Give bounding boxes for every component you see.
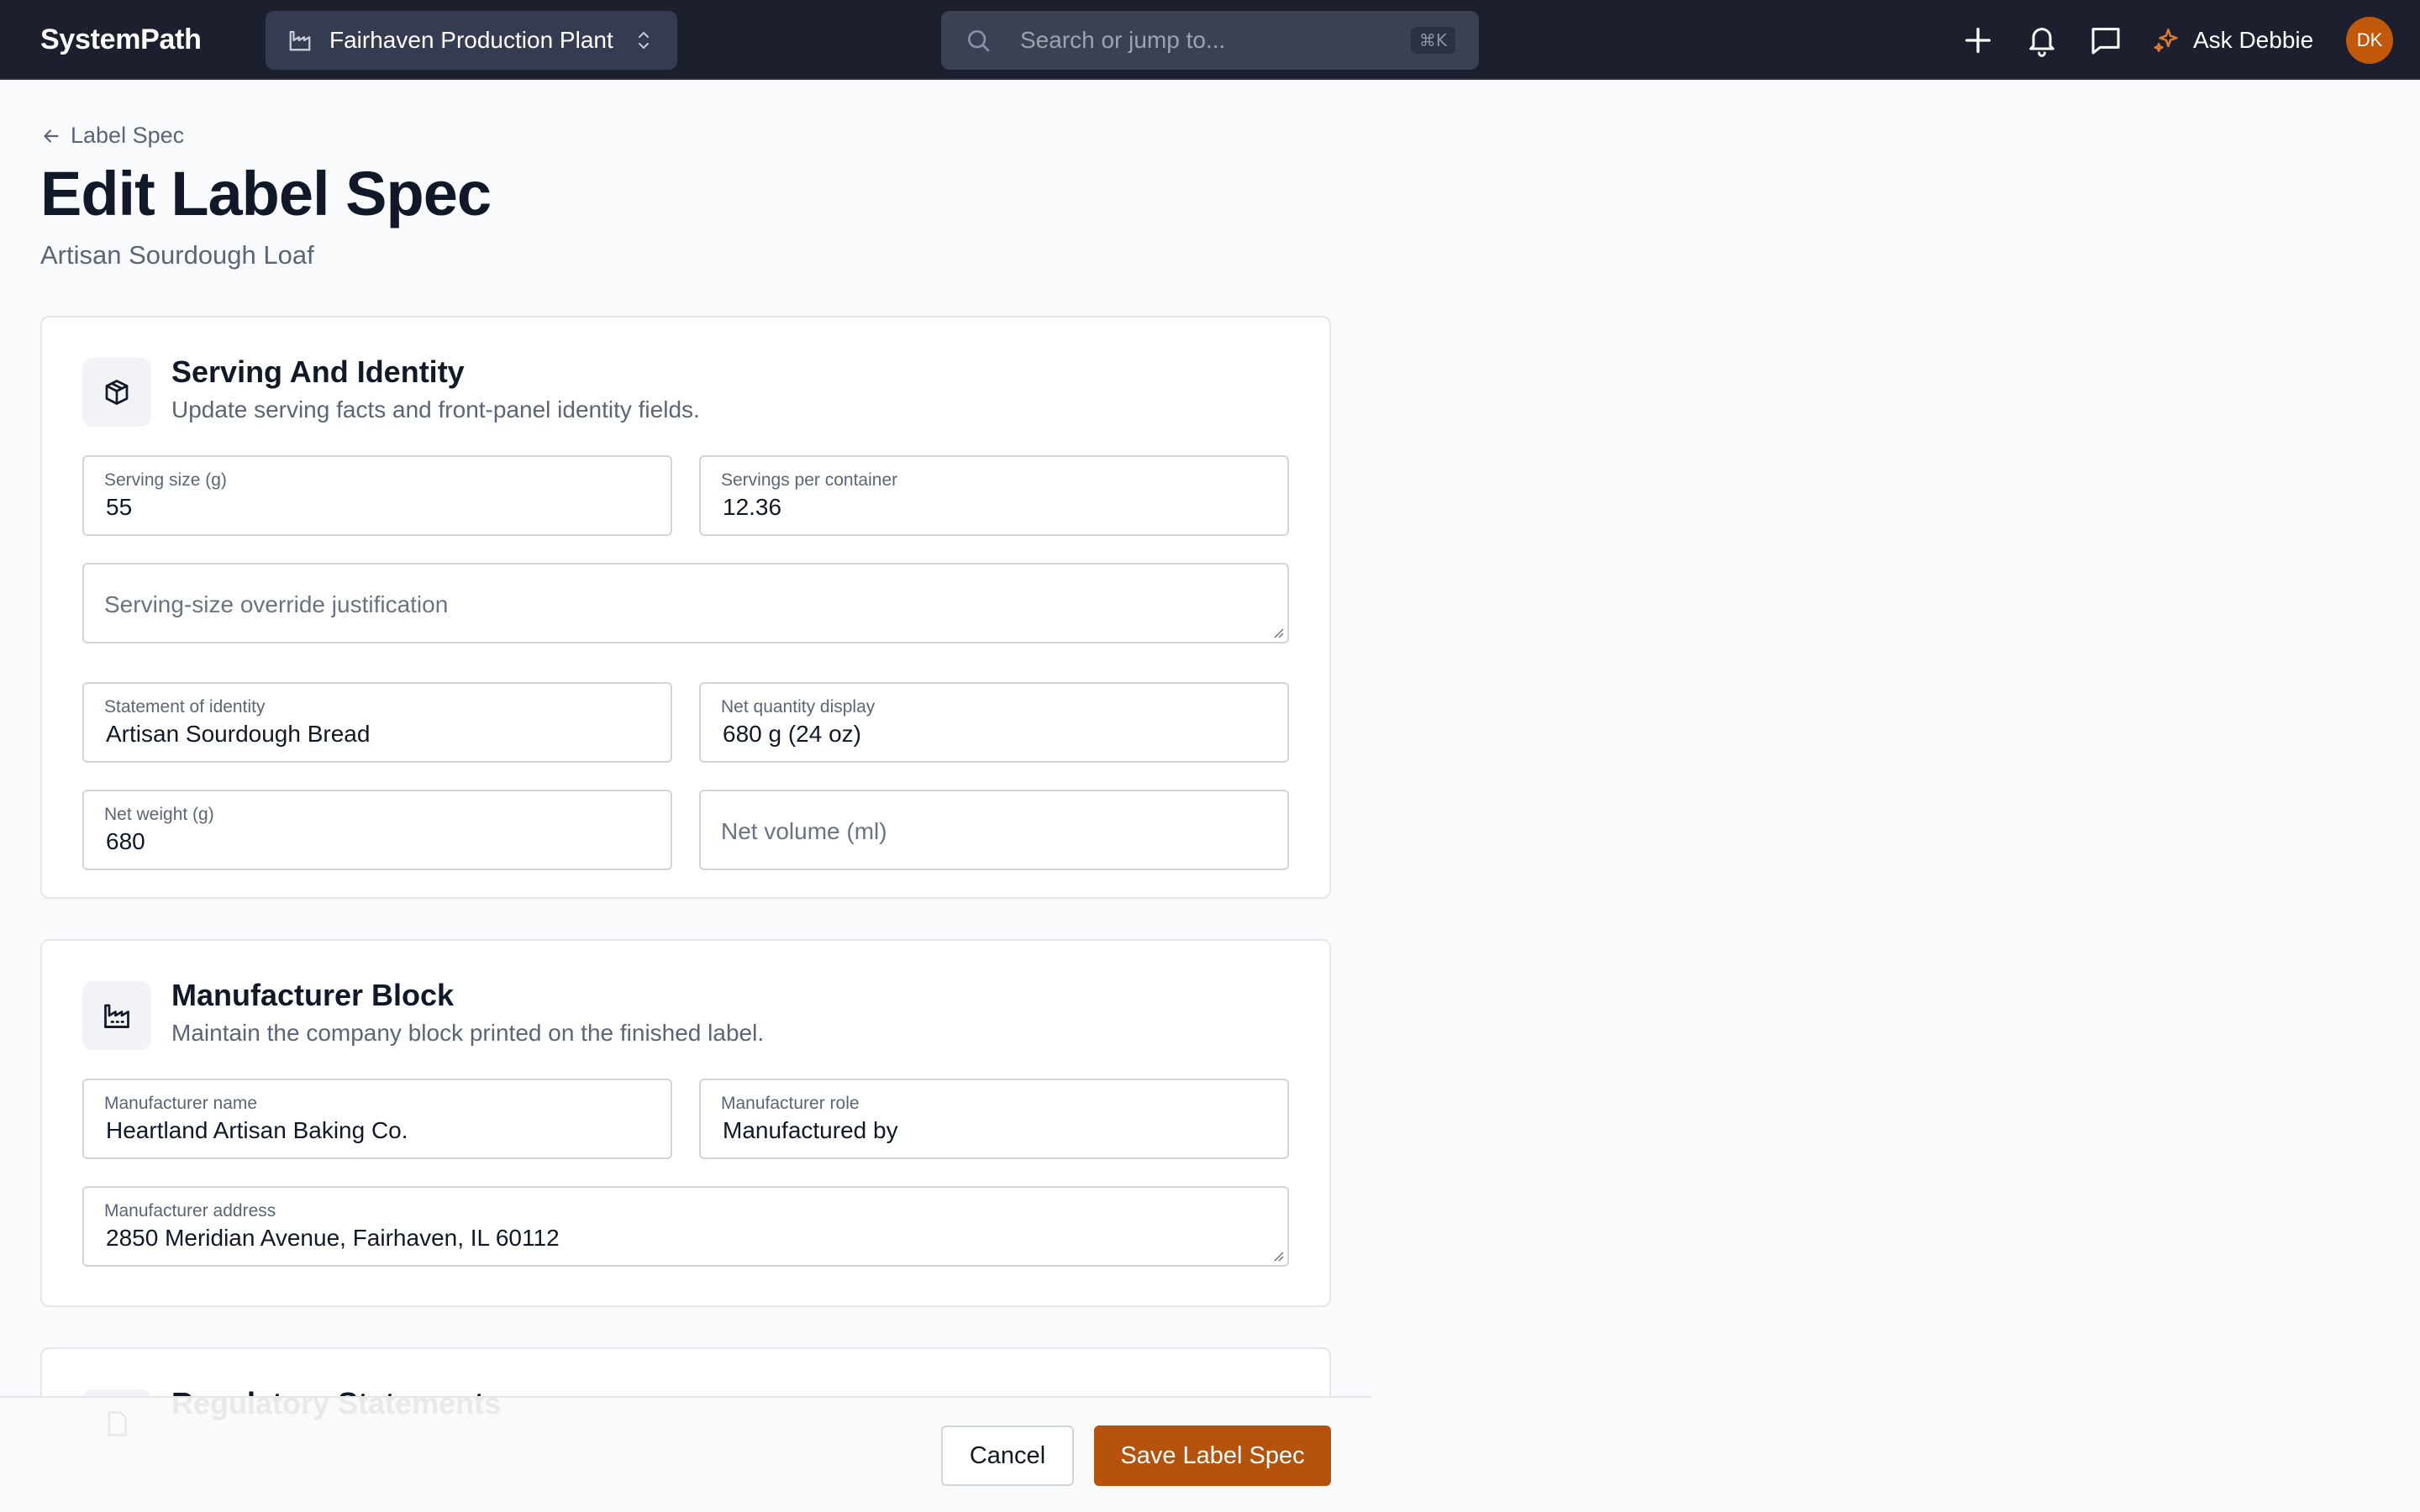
factory-icon (104, 1004, 129, 1028)
override-justification-textarea[interactable]: Serving-size override justification (82, 563, 1289, 643)
page-subtitle: Artisan Sourdough Loaf (40, 240, 314, 270)
field-value: 680 (106, 828, 145, 854)
card-icon-container (82, 358, 151, 427)
action-footer: Cancel Save Label Spec (0, 1396, 1371, 1512)
card-description: Update serving facts and front-panel ide… (171, 396, 700, 423)
statement-of-identity-field[interactable]: Statement of identity Artisan Sourdough … (82, 682, 672, 763)
field-value: 680 g (24 oz) (723, 721, 861, 747)
save-label-spec-button[interactable]: Save Label Spec (1094, 1425, 1331, 1486)
back-link-label: Label Spec (71, 123, 185, 148)
top-bar: SystemPath Fairhaven Production Plant Se… (0, 0, 2420, 80)
factory-icon (289, 30, 311, 51)
page-title: Edit Label Spec (40, 159, 492, 228)
avatar[interactable]: DK (2346, 17, 2393, 64)
field-value: Heartland Artisan Baking Co. (106, 1117, 408, 1143)
field-value: 12.36 (723, 494, 782, 520)
manufacturer-name-field[interactable]: Manufacturer name Heartland Artisan Baki… (82, 1079, 672, 1159)
servings-per-container-field[interactable]: Servings per container 12.36 (699, 455, 1289, 536)
net-quantity-display-field[interactable]: Net quantity display 680 g (24 oz) (699, 682, 1289, 763)
field-placeholder: Serving-size override justification (104, 591, 449, 617)
package-icon (105, 380, 129, 405)
resize-handle-icon[interactable] (1270, 625, 1284, 638)
field-value: 2850 Meridian Avenue, Fairhaven, IL 6011… (106, 1225, 560, 1251)
serving-size-field[interactable]: Serving size (g) 55 (82, 455, 672, 536)
net-weight-field[interactable]: Net weight (g) 680 (82, 790, 672, 870)
field-placeholder: Net volume (ml) (721, 818, 887, 844)
search-icon (968, 30, 990, 52)
plant-selector-label: Fairhaven Production Plant (329, 27, 613, 53)
field-value: Artisan Sourdough Bread (106, 721, 371, 747)
manufacturer-role-field[interactable]: Manufacturer role Manufactured by (699, 1079, 1289, 1159)
arrow-left-icon (44, 129, 59, 143)
app-logo[interactable]: SystemPath (40, 24, 202, 56)
cancel-button[interactable]: Cancel (941, 1425, 1074, 1486)
search-placeholder: Search or jump to... (1020, 27, 1226, 53)
back-link[interactable]: Label Spec (40, 123, 184, 149)
field-value: 55 (106, 494, 133, 520)
plant-selector[interactable]: Fairhaven Production Plant (266, 11, 677, 70)
net-volume-field[interactable]: Net volume (ml) (699, 790, 1289, 870)
field-label: Net quantity display (721, 697, 876, 717)
field-label: Servings per container (721, 470, 898, 490)
manufacturer-address-textarea[interactable]: Manufacturer address 2850 Meridian Avenu… (82, 1186, 1289, 1267)
sparkle-icon (2154, 28, 2178, 53)
search-shortcut: ⌘K (1410, 27, 1455, 54)
card-title: Serving And Identity (171, 354, 465, 389)
field-label: Statement of identity (104, 697, 266, 717)
bell-icon[interactable] (2025, 24, 2059, 57)
ask-debbie-button[interactable]: Ask Debbie (2153, 20, 2313, 60)
field-value: Manufactured by (723, 1117, 898, 1143)
field-label: Manufacturer role (721, 1094, 860, 1113)
card-title: Manufacturer Block (171, 978, 455, 1012)
chevron-up-down-icon (639, 32, 649, 49)
field-label: Serving size (g) (104, 470, 227, 490)
resize-handle-icon[interactable] (1270, 1248, 1284, 1262)
serving-identity-card: Serving And Identity Update serving fact… (40, 316, 1331, 899)
chat-icon[interactable] (2089, 24, 2123, 57)
field-label: Manufacturer address (104, 1201, 276, 1221)
card-icon-container (82, 981, 151, 1050)
manufacturer-block-card: Manufacturer Block Maintain the company … (40, 939, 1331, 1307)
field-label: Manufacturer name (104, 1094, 258, 1113)
search-input[interactable]: Search or jump to... ⌘K (941, 11, 1479, 70)
plus-icon[interactable] (1961, 24, 1995, 57)
field-label: Net weight (g) (104, 805, 214, 824)
card-description: Maintain the company block printed on th… (171, 1020, 765, 1046)
ask-debbie-label: Ask Debbie (2193, 27, 2314, 53)
